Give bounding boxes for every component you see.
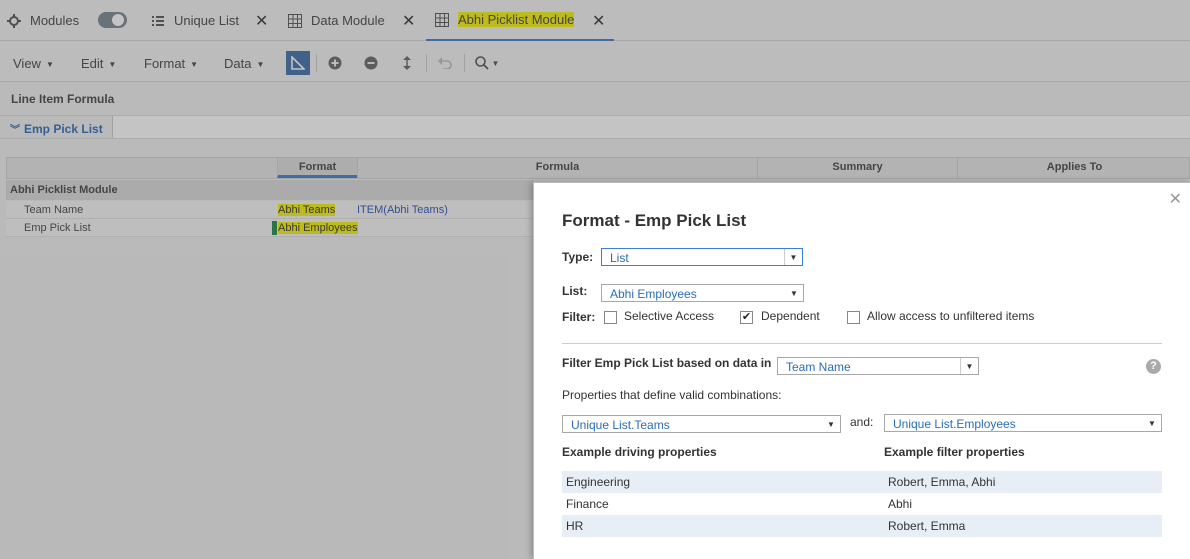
- property-b-select[interactable]: Unique List.Employees ▼: [884, 414, 1162, 432]
- selective-access-label: Selective Access: [624, 309, 715, 323]
- dialog-title: Format - Emp Pick List: [562, 211, 747, 230]
- example-filter-value: Robert, Emma, Abhi: [888, 475, 996, 489]
- filter-based-select[interactable]: Team Name ▼: [777, 357, 979, 375]
- example-filter-value: Abhi: [888, 497, 913, 511]
- chevron-down-icon: ▼: [1148, 418, 1156, 428]
- checkmark-icon: ✔: [741, 311, 752, 323]
- filter-label: Filter:: [562, 310, 596, 324]
- example-row: Engineering Robert, Emma, Abhi: [562, 471, 1162, 493]
- chevron-down-icon: ▼: [784, 249, 802, 265]
- divider: [562, 343, 1162, 344]
- example-driving-value: Finance: [566, 497, 609, 511]
- filter-based-label: Filter Emp Pick List based on data in: [562, 356, 772, 370]
- selective-access-checkbox[interactable]: [604, 311, 617, 324]
- example-driving-value: HR: [566, 519, 584, 533]
- list-select-value: Abhi Employees: [610, 287, 697, 301]
- filter-based-select-value: Team Name: [786, 360, 851, 374]
- example-row: HR Robert, Emma: [562, 515, 1162, 537]
- type-label: Type:: [562, 250, 594, 264]
- chevron-down-icon: ▼: [960, 358, 978, 374]
- help-icon[interactable]: ?: [1146, 359, 1161, 374]
- example-driving-header: Example driving properties: [562, 445, 717, 459]
- dependent-label: Dependent: [761, 309, 820, 323]
- and-label: and:: [850, 415, 874, 429]
- example-row: Finance Abhi: [562, 493, 1162, 515]
- close-icon[interactable]: ✕: [1169, 189, 1182, 209]
- format-dialog: ✕ Format - Emp Pick List Type: List ▼ Li…: [533, 182, 1190, 559]
- example-filter-value: Robert, Emma: [888, 519, 966, 533]
- list-label: List:: [562, 284, 588, 298]
- list-select[interactable]: Abhi Employees ▼: [601, 284, 804, 302]
- type-select-value: List: [610, 251, 629, 265]
- property-a-value: Unique List.Teams: [571, 418, 670, 432]
- dependent-checkbox[interactable]: ✔: [740, 311, 753, 324]
- allow-unfiltered-checkbox[interactable]: [847, 311, 860, 324]
- chevron-down-icon: ▼: [790, 288, 798, 298]
- property-b-value: Unique List.Employees: [893, 417, 1016, 431]
- example-filter-header: Example filter properties: [884, 445, 1025, 459]
- properties-label: Properties that define valid combination…: [562, 388, 782, 402]
- type-select[interactable]: List ▼: [601, 248, 803, 266]
- example-driving-value: Engineering: [566, 475, 631, 489]
- property-a-select[interactable]: Unique List.Teams ▼: [562, 415, 841, 433]
- allow-unfiltered-label: Allow access to unfiltered items: [867, 309, 1035, 323]
- chevron-down-icon: ▼: [827, 419, 835, 429]
